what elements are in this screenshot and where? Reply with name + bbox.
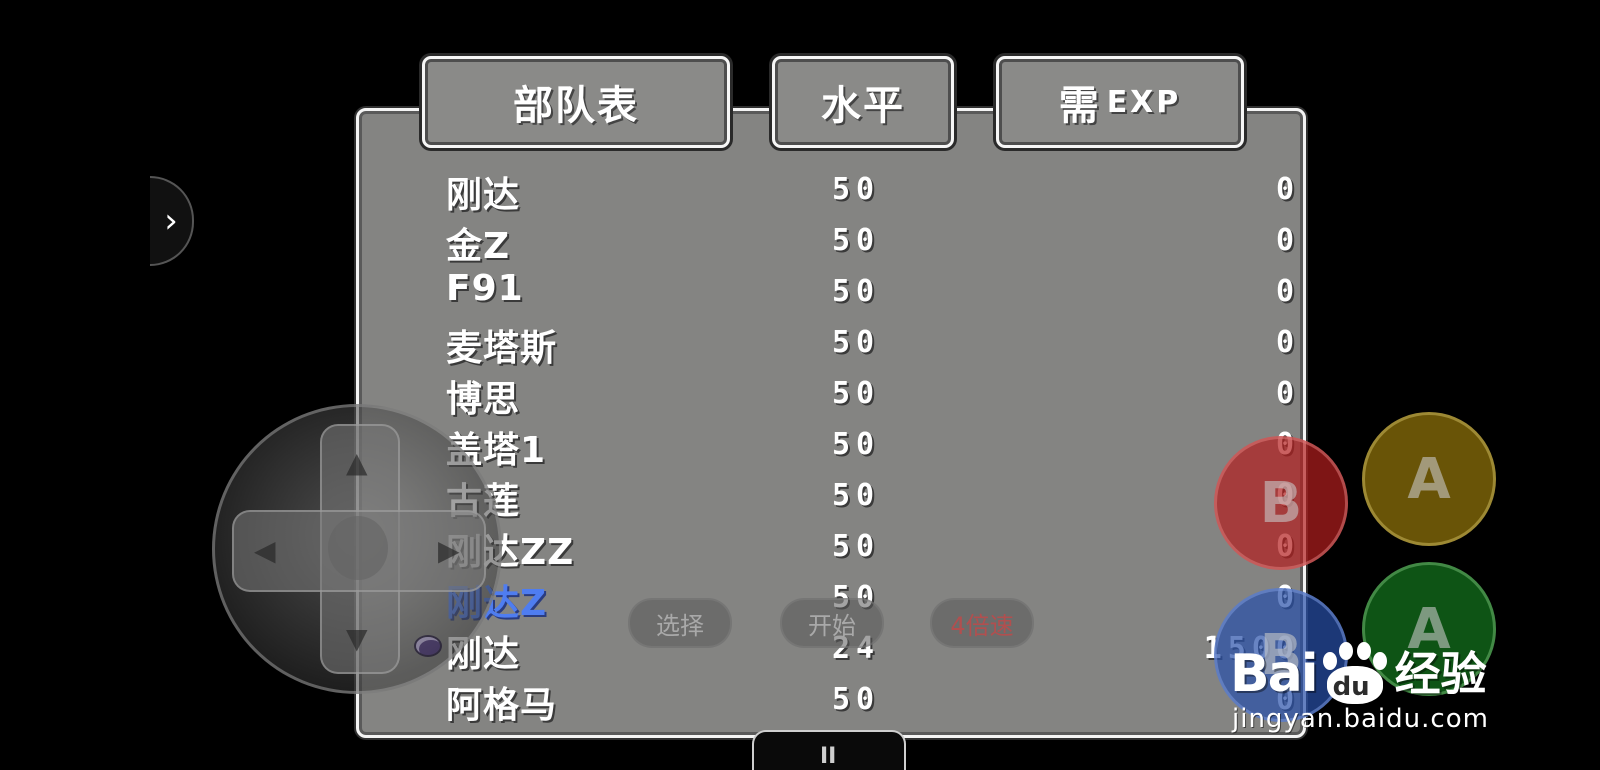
unit-row[interactable]: F91 50 0	[0, 268, 1300, 319]
logo-text-jingyan: 经验	[1394, 647, 1487, 701]
paw-icon: du	[1319, 642, 1389, 704]
pause-handle[interactable]: II	[752, 730, 906, 770]
level-header-tab: 水平	[772, 56, 954, 148]
select-button-label: 选择	[656, 611, 704, 640]
unit-exp: 0	[1275, 325, 1300, 360]
unit-exp: 0	[1275, 376, 1300, 411]
unit-row[interactable]: 麦塔斯 50 0	[0, 319, 1300, 370]
level-header-label: 水平	[821, 83, 905, 129]
pause-icon: II	[820, 744, 837, 769]
exp-header-prefix: 需	[1058, 83, 1101, 129]
unit-row[interactable]: 阿格马 50 0	[0, 676, 1300, 727]
exp-header-suffix: EXP	[1106, 84, 1182, 120]
start-button[interactable]: 开始	[780, 598, 884, 648]
unit-exp: 0	[1275, 223, 1300, 258]
party-header-tab: 部队表	[422, 56, 730, 148]
b-button-label: B	[1259, 470, 1303, 536]
party-header-label: 部队表	[513, 83, 639, 129]
unit-row[interactable]: 刚达 50 0	[0, 166, 1300, 217]
unit-exp: 0	[88, 682, 1300, 717]
start-button-label: 开始	[808, 611, 856, 640]
dpad-center	[328, 516, 388, 580]
exp-header-tab: 需 EXP	[996, 56, 1244, 148]
logo-text-bai: Bai	[1230, 644, 1319, 704]
speed-button-label: 4倍速	[950, 611, 1014, 640]
unit-exp: 0	[1275, 172, 1300, 207]
dpad-up-icon[interactable]: ▲	[346, 446, 368, 479]
unit-row[interactable]: 盖塔1 50 0	[0, 421, 1300, 472]
speed-button[interactable]: 4倍速	[930, 598, 1034, 648]
a-button[interactable]: A	[1362, 412, 1496, 546]
unit-row[interactable]: 博思 50 0	[0, 370, 1300, 421]
watermark-url: jingyan.baidu.com	[1232, 704, 1489, 734]
baidu-watermark: Bai du 经验 jingyan.baidu.com	[1230, 604, 1530, 734]
chevron-right-icon: ›	[164, 201, 178, 241]
dpad-right-icon[interactable]: ▶	[438, 534, 460, 567]
b-button[interactable]: B	[1214, 436, 1348, 570]
unit-exp: 0	[1275, 274, 1300, 309]
a-button-label: A	[1407, 446, 1451, 512]
logo-text-du: du	[1332, 672, 1370, 702]
dpad-left-icon[interactable]: ◀	[254, 534, 276, 567]
select-button[interactable]: 选择	[628, 598, 732, 648]
baidu-logo: Bai du 经验	[1230, 638, 1487, 704]
dpad-down-icon[interactable]: ▼	[346, 622, 368, 655]
unit-row[interactable]: 古莲 50 0	[0, 472, 1300, 523]
unit-row[interactable]: 刚达ZZ 50 0	[0, 523, 1300, 574]
unit-row[interactable]: 金Z 50 0	[0, 217, 1300, 268]
